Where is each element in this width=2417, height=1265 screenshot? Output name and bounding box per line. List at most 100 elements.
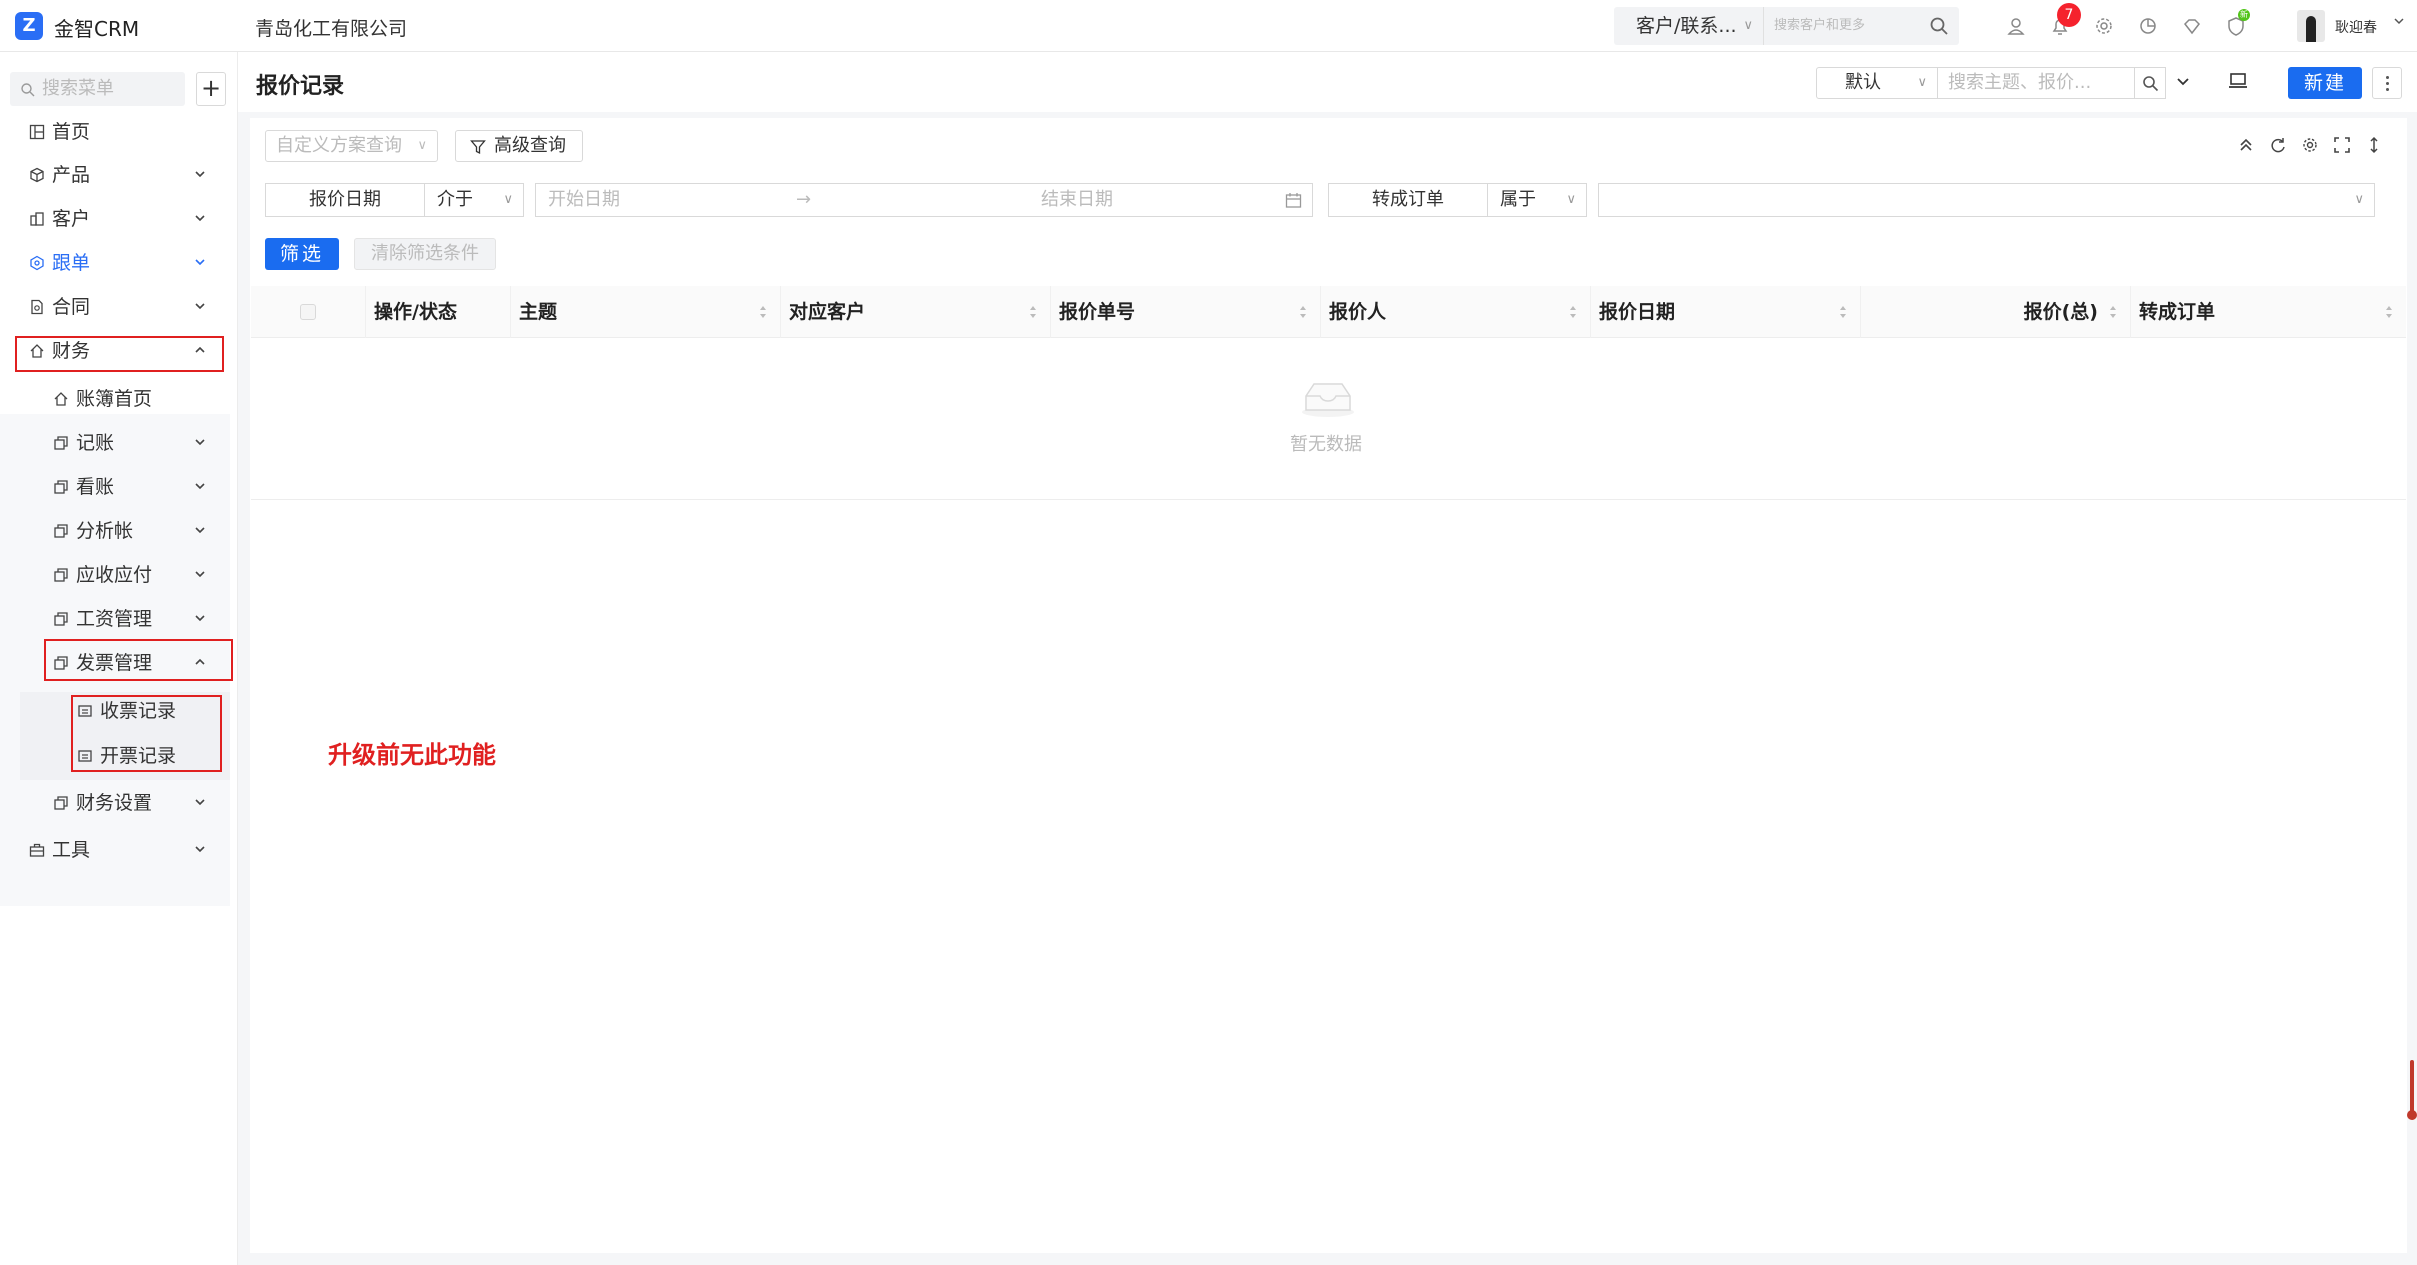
refresh-icon[interactable] — [2269, 136, 2287, 154]
sort-icon[interactable] — [1028, 304, 1038, 320]
sidebar-item-deal[interactable]: 跟单 — [0, 243, 225, 283]
new-button[interactable]: 新建 — [2288, 67, 2362, 99]
sidebar-item-payroll[interactable]: 工资管理 — [0, 599, 225, 639]
range-separator: → — [796, 189, 812, 210]
column-header-quoter[interactable]: 报价人 — [1321, 286, 1591, 338]
sidebar-item-customer[interactable]: 客户 — [0, 199, 225, 239]
sidebar-item-label: 看账 — [76, 476, 115, 498]
chevron-down-icon: ∨ — [417, 138, 427, 153]
chevron-down-icon[interactable] — [2392, 14, 2406, 28]
view-select[interactable]: 默认 ∨ — [1816, 67, 1938, 99]
sort-icon[interactable] — [2108, 304, 2118, 320]
sidebar-item-product[interactable]: 产品 — [0, 155, 225, 195]
sort-icon[interactable] — [1838, 304, 1848, 320]
sidebar-item-analysis[interactable]: 分析帐 — [0, 511, 225, 551]
brand-name[interactable]: 金智CRM — [54, 13, 139, 42]
sidebar-item-ledger-home[interactable]: 账簿首页 — [0, 379, 225, 419]
sidebar-item-label: 合同 — [52, 296, 91, 318]
contacts-icon[interactable] — [2005, 15, 2027, 37]
sidebar-item-label: 客户 — [52, 208, 91, 230]
filter-icon — [470, 140, 486, 155]
home-icon — [54, 392, 68, 406]
sidebar-item-tools[interactable]: 工具 — [0, 830, 225, 870]
menu-search-placeholder: 搜索菜单 — [42, 78, 114, 99]
view-select-value: 默认 — [1845, 72, 1881, 93]
column-header-label: 对应客户 — [789, 301, 866, 323]
sidebar-item-label: 产品 — [52, 164, 91, 186]
fullscreen-icon[interactable] — [2333, 136, 2351, 154]
select-all-checkbox[interactable] — [300, 304, 316, 320]
page-title: 报价记录 — [256, 74, 345, 99]
column-header-quote-number[interactable]: 报价单号 — [1051, 286, 1321, 338]
sidebar-item-contract[interactable]: 合同 — [0, 287, 225, 327]
building-icon — [30, 212, 44, 226]
order-filter-operator[interactable]: 属于 ∨ — [1487, 183, 1587, 217]
sidebar-item-bookkeeping[interactable]: 记账 — [0, 423, 225, 463]
date-filter-operator[interactable]: 介于 ∨ — [424, 183, 524, 217]
order-filter-field[interactable]: 转成订单 — [1328, 183, 1488, 217]
gear-icon[interactable] — [2093, 15, 2115, 37]
sidebar: 搜索菜单 + 首页 产品 客户 跟单 合同 财务 账簿首页 记账 看账 分析帐 … — [0, 52, 238, 1265]
search-icon — [2143, 76, 2159, 92]
column-header-subject[interactable]: 主题 — [511, 286, 781, 338]
notification-badge: 7 — [2057, 3, 2081, 27]
date-range-picker[interactable]: 开始日期 → 结束日期 — [535, 183, 1313, 217]
list-search-button[interactable] — [2134, 67, 2166, 99]
column-header-quote-date[interactable]: 报价日期 — [1591, 286, 1861, 338]
brand-logo-icon[interactable]: Z — [15, 12, 43, 40]
chevron-down-icon — [195, 483, 205, 490]
layout-icon — [29, 124, 45, 140]
clear-filters-button[interactable]: 清除筛选条件 — [354, 238, 496, 270]
monitor-icon[interactable] — [2228, 71, 2248, 91]
more-options-button[interactable] — [2372, 67, 2402, 99]
custom-scheme-select[interactable]: 自定义方案查询 ∨ — [265, 130, 438, 162]
table-header: 操作/状态 主题 对应客户 报价单号 报价人 报价日期 报价(总) 转成订单 — [251, 286, 2406, 338]
advanced-query-label: 高级查询 — [494, 135, 566, 156]
sort-icon[interactable] — [1568, 304, 1578, 320]
chevron-down-icon: ∨ — [1566, 192, 1576, 207]
column-header-quote-total[interactable]: 报价(总) — [1861, 286, 2131, 338]
list-search-input[interactable]: 搜索主题、报价... — [1937, 67, 2135, 99]
collapse-up-icon[interactable] — [2237, 136, 2255, 154]
chevron-down-icon: ∨ — [1743, 18, 1753, 33]
annotation-text: 升级前无此功能 — [328, 740, 496, 769]
advanced-query-button[interactable]: 高级查询 — [455, 130, 583, 162]
chevron-down-icon[interactable] — [2174, 73, 2192, 91]
chevron-down-icon — [195, 571, 205, 578]
column-header-label: 报价单号 — [1059, 301, 1136, 323]
sort-icon[interactable] — [2384, 304, 2394, 320]
company-name[interactable]: 青岛化工有限公司 — [255, 14, 407, 41]
sort-icon[interactable] — [1298, 304, 1308, 320]
date-filter-field[interactable]: 报价日期 — [265, 183, 425, 217]
more-dot — [2386, 82, 2389, 85]
row-height-icon[interactable] — [2365, 136, 2383, 154]
order-filter-value-select[interactable]: ∨ — [1598, 183, 2375, 217]
chevron-down-icon — [195, 799, 205, 806]
search-icon[interactable] — [1929, 16, 1949, 36]
global-search-type-select[interactable]: 客户/联系... ∨ — [1614, 7, 1764, 45]
chevron-down-icon — [195, 615, 205, 622]
column-header-actions: 操作/状态 — [366, 286, 511, 338]
highlight-box-invoice-records — [71, 695, 222, 772]
copy-icon — [54, 524, 68, 538]
gear-icon[interactable] — [2301, 136, 2319, 154]
custom-scheme-placeholder: 自定义方案查询 — [276, 135, 402, 156]
add-menu-button[interactable]: + — [196, 72, 226, 106]
column-header-customer[interactable]: 对应客户 — [781, 286, 1051, 338]
more-dot — [2386, 88, 2389, 91]
user-name[interactable]: 耿迎春 — [2335, 17, 2377, 37]
sidebar-item-home[interactable]: 首页 — [0, 112, 225, 152]
chart-pie-icon[interactable] — [2137, 15, 2159, 37]
column-header-label: 报价日期 — [1599, 301, 1676, 323]
sort-icon[interactable] — [758, 304, 768, 320]
avatar[interactable] — [2297, 10, 2325, 42]
sidebar-item-finance-settings[interactable]: 财务设置 — [0, 783, 225, 823]
column-header-converted-order[interactable]: 转成订单 — [2131, 286, 2406, 338]
sidebar-item-view-books[interactable]: 看账 — [0, 467, 225, 507]
global-search-input[interactable]: 搜索客户和更多 — [1774, 7, 1924, 45]
menu-search-input[interactable]: 搜索菜单 — [10, 72, 185, 106]
diamond-icon[interactable] — [2181, 15, 2203, 37]
sidebar-item-label: 记账 — [76, 432, 115, 454]
filter-button[interactable]: 筛选 — [265, 238, 339, 270]
sidebar-item-receivables[interactable]: 应收应付 — [0, 555, 225, 595]
